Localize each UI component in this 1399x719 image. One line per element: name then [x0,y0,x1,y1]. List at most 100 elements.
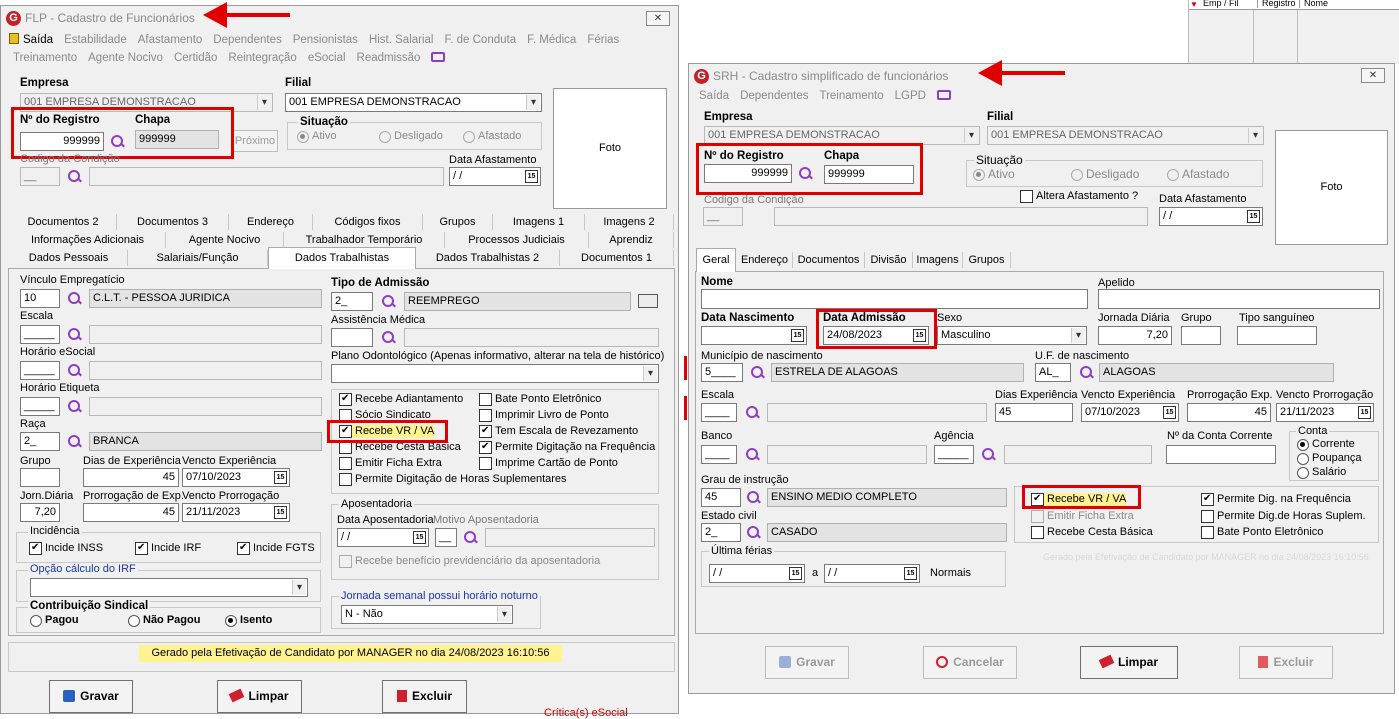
srh-dias-exp-input[interactable]: 45 [995,403,1073,422]
srh-close-button[interactable]: ✕ [1361,68,1385,83]
srh-tab-grupos[interactable]: Grupos [963,252,1011,268]
filial-select[interactable]: 001 EMPRESA DEMONSTRACAO [285,93,542,112]
escala-revezamento-checkbox[interactable]: Tem Escala de Revezamento [479,424,638,438]
srh-menu-dependentes[interactable]: Dependentes [740,90,808,102]
calendar-icon[interactable]: 15 [1358,406,1371,419]
tab-processos-judiciais[interactable]: Processos Judiciais [445,232,589,248]
tab-endereco[interactable]: Endereço [229,214,313,230]
srh-uf-search-icon[interactable] [1079,365,1094,380]
srh-tab-divisao[interactable]: Divisão [865,252,913,268]
calendar-icon[interactable]: 15 [274,506,287,519]
calendar-icon[interactable]: 15 [274,471,287,484]
horario-etiqueta-input[interactable]: _____ [20,397,60,416]
calendar-icon[interactable]: 15 [791,329,804,342]
srh-data-afastamento-input[interactable]: / /15 [1159,207,1263,226]
contrib-nao-pagou-radio[interactable]: Não Pagou [128,614,200,627]
menu-dependentes[interactable]: Dependentes [213,34,281,46]
srh-excluir-button[interactable]: Excluir [1239,646,1333,679]
card-icon[interactable] [638,294,658,308]
vinculo-search-icon[interactable] [67,291,82,306]
srh-bate-ponto-checkbox[interactable]: Bate Ponto Eletrônico [1201,526,1323,539]
jornada-noturna-select[interactable]: N - Não [341,605,513,624]
motivo-search-icon[interactable] [463,530,478,545]
imprime-cartao-ponto-checkbox[interactable]: Imprime Cartão de Ponto [479,457,618,470]
incide-irf-checkbox[interactable]: Incide IRF [135,541,201,555]
srh-tab-imagens[interactable]: Imagens [913,252,963,268]
menu-treinamento[interactable]: Treinamento [13,52,77,64]
data-aposentadoria-input[interactable]: / /15 [337,528,429,547]
incide-fgts-checkbox[interactable]: Incide FGTS [237,541,315,555]
situacao-desligado-radio[interactable]: Desligado [379,130,443,143]
escala-search-icon[interactable] [67,327,82,342]
srh-tab-geral[interactable]: Geral [696,248,736,272]
flp-excluir-button[interactable]: Excluir [382,680,467,713]
permite-horas-suplementares-checkbox[interactable]: Permite Digitação de Horas Suplementares [339,473,567,486]
srh-emitir-ficha-extra-checkbox[interactable]: Emitir Ficha Extra [1031,510,1134,523]
monitor-icon[interactable] [936,90,951,100]
menu-pensionistas[interactable]: Pensionistas [293,34,358,46]
flp-limpar-button[interactable]: Limpar [217,680,302,713]
menu-f-medica[interactable]: F. Médica [527,34,576,46]
srh-permite-dig-frequencia-checkbox[interactable]: Permite Dig. na Frequência [1201,492,1351,506]
motivo-aposentadoria-code[interactable]: __ [435,528,457,547]
condicao-search-icon[interactable] [67,169,82,184]
recebe-adiantamento-checkbox[interactable]: Recebe Adiantamento [339,392,463,406]
menu-hist-salarial[interactable]: Hist. Salarial [369,34,434,46]
horario-esocial-input[interactable]: _____ [20,361,60,380]
srh-titlebar[interactable]: SRH - Cadastro simplificado de funcionár… [689,64,1394,88]
imprimir-livro-ponto-checkbox[interactable]: Imprimir Livro de Ponto [479,409,609,422]
srh-data-nascimento-input[interactable]: 15 [701,326,807,345]
flp-titlebar[interactable]: FLP - Cadastro de Funcionários [1,6,678,30]
srh-municipio-search-icon[interactable] [750,365,765,380]
srh-conta-num-input[interactable] [1166,445,1276,464]
srh-sexo-select[interactable]: Masculino [937,326,1087,345]
data-afastamento-input[interactable]: / /15 [449,167,541,186]
permite-digitacao-frequencia-checkbox[interactable]: Permite Digitação na Frequência [479,440,655,454]
srh-recebe-cesta-basica-checkbox[interactable]: Recebe Cesta Básica [1031,526,1153,539]
srh-agencia-search-icon[interactable] [981,447,996,462]
situacao-ativo-radio[interactable]: Ativo [297,130,336,143]
srh-uf-code[interactable]: AL_ [1035,363,1071,382]
emitir-ficha-extra-checkbox[interactable]: Emitir Ficha Extra [339,457,442,470]
incide-inss-checkbox[interactable]: Incide INSS [29,541,103,555]
tab-informacoes-adicionais[interactable]: Informações Adicionais [10,232,166,248]
tab-trabalhador-temporario[interactable]: Trabalhador Temporário [284,232,445,248]
srh-menu-lgpd[interactable]: LGPD [895,90,926,102]
situacao-afastado-radio[interactable]: Afastado [463,130,521,143]
srh-prorrog-input[interactable]: 45 [1187,403,1271,422]
srh-ultimas-ate-input[interactable]: / /15 [824,564,920,583]
srh-permite-dig-horas-checkbox[interactable]: Permite Dig.de Horas Suplem. [1201,510,1366,523]
monitor-icon[interactable] [431,52,446,62]
dias-experiencia-input[interactable]: 45 [83,468,179,487]
assistencia-medica-input[interactable] [331,328,373,347]
srh-tab-documentos[interactable]: Documentos [793,252,865,268]
calendar-icon[interactable]: 15 [1163,406,1176,419]
tab-documentos-2[interactable]: Documentos 2 [10,214,117,230]
srh-grau-code[interactable]: 45 [701,488,741,507]
tab-imagens-1[interactable]: Imagens 1 [493,214,585,230]
horario-esocial-search-icon[interactable] [67,363,82,378]
srh-tab-endereco[interactable]: Endereço [737,252,793,268]
menu-esocial[interactable]: eSocial [308,52,346,64]
horario-etiqueta-search-icon[interactable] [67,399,82,414]
opcao-irf-select[interactable] [30,578,308,597]
tab-grupos[interactable]: Grupos [423,214,493,230]
srh-vencto-prorrog-input[interactable]: 21/11/2023 15 [1276,403,1374,422]
srh-cancelar-button[interactable]: Cancelar [923,646,1017,679]
calendar-icon[interactable]: 15 [1247,210,1260,223]
srh-grupo-input[interactable] [1181,326,1221,345]
vencto-experiencia-input[interactable]: 07/10/2023 15 [182,468,290,487]
srh-banco-search-icon[interactable] [745,447,760,462]
tab-agente-nocivo[interactable]: Agente Nocivo [166,232,284,248]
srh-limpar-button[interactable]: Limpar [1080,646,1178,679]
srh-grau-search-icon[interactable] [746,490,761,505]
srh-gravar-button[interactable]: Gravar [765,646,849,679]
srh-estado-code[interactable]: 2_ [701,523,741,542]
tab-codigos-fixos[interactable]: Códigos fixos [313,214,423,230]
srh-ultimas-de-input[interactable]: / /15 [709,564,805,583]
srh-conta-corrente-radio[interactable]: Corrente [1297,438,1355,451]
menu-reintegracao[interactable]: Reintegração [228,52,296,64]
vinculo-code-input[interactable]: 10 [20,289,60,308]
calendar-icon[interactable]: 15 [525,170,538,183]
tipo-admissao-code[interactable]: 2_ [331,292,373,311]
